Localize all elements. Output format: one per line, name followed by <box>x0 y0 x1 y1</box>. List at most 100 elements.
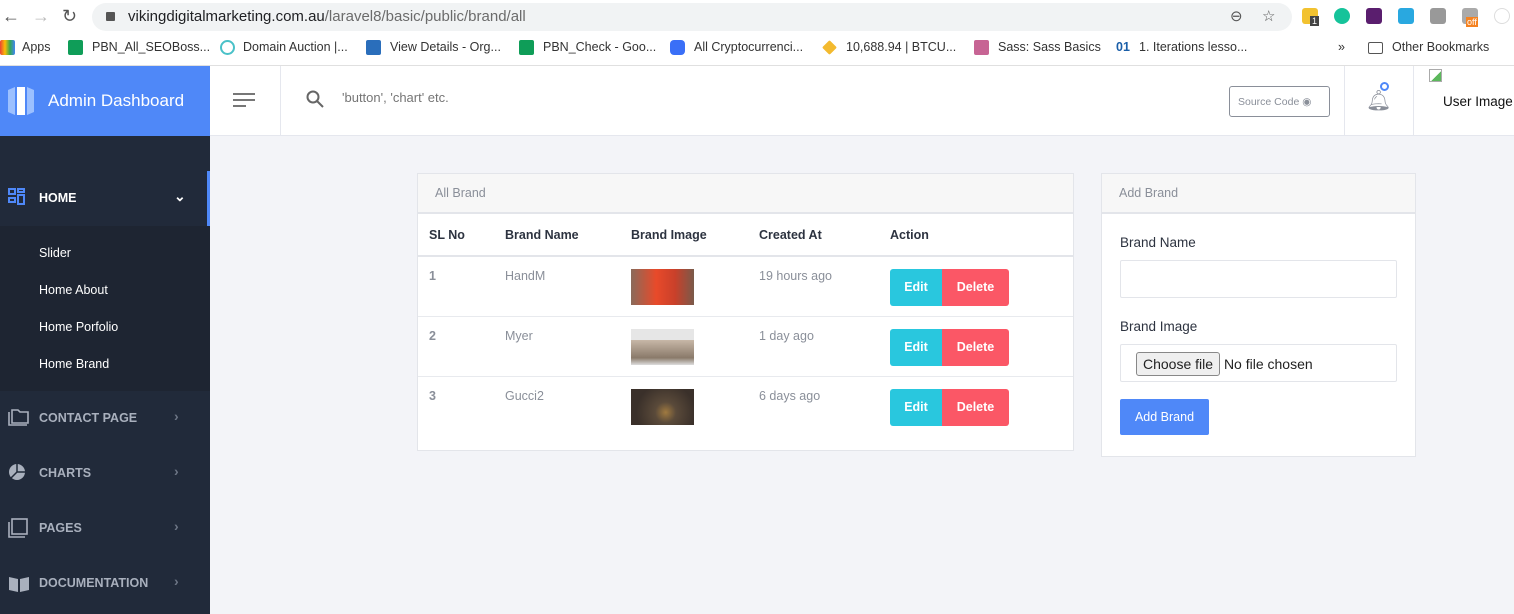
sidebar-item-label: HOME <box>39 191 77 205</box>
back-icon[interactable]: ← <box>2 6 20 27</box>
sl-no: 3 <box>429 388 436 403</box>
chevron-right-icon: › <box>174 518 179 534</box>
brand-image-label: Brand Image <box>1120 319 1198 334</box>
bookmark-icon <box>220 40 235 55</box>
bookmark-icon: 01 <box>1116 40 1130 54</box>
brand-table: SL No Brand Name Brand Image Created At … <box>418 214 1073 450</box>
active-indicator <box>207 171 210 226</box>
delete-button[interactable]: Delete <box>942 388 1009 426</box>
chevron-right-icon: › <box>174 573 179 589</box>
sidebar-item-charts[interactable]: CHARTS › <box>0 446 210 501</box>
sidebar-item-label: DOCUMENTATION <box>39 576 149 590</box>
extension-icon[interactable]: 1 <box>1302 8 1320 26</box>
bookmark[interactable]: View Details - Org... <box>390 40 501 54</box>
bell-icon[interactable]: 🔔︎ <box>1366 82 1391 113</box>
brand-name-input[interactable] <box>1120 260 1397 298</box>
logo-icon <box>8 87 34 115</box>
brand-image-file-input[interactable]: Choose file No file chosen <box>1120 344 1397 382</box>
sl-no: 2 <box>418 316 494 377</box>
table-row: 1 HandM 19 hours ago Edit Delete <box>418 256 1073 317</box>
brand-name: Myer <box>494 316 620 377</box>
edit-button[interactable]: Edit <box>890 388 942 426</box>
delete-button[interactable]: Delete <box>942 269 1009 306</box>
browser-chrome: ← → ↻ vikingdigitalmarketing.com.au/lara… <box>0 0 1514 66</box>
brand-name: HandM <box>494 256 620 317</box>
search-input[interactable] <box>342 90 642 105</box>
source-code-label: Source Code <box>1238 96 1300 108</box>
sidebar-item-label: CONTACT PAGE <box>39 411 138 425</box>
book-icon <box>9 577 29 592</box>
edit-button[interactable]: Edit <box>890 269 942 306</box>
sidebar-item-home[interactable]: HOME ⌄ <box>0 171 210 226</box>
sidebar-item-documentation[interactable]: DOCUMENTATION › <box>0 556 210 611</box>
search-icon <box>306 90 324 108</box>
other-bookmarks[interactable]: Other Bookmarks <box>1392 40 1489 54</box>
more-bookmarks[interactable]: » <box>1338 40 1345 54</box>
bookmarks-bar: Apps PBN_All_SEOBoss... Domain Auction |… <box>0 33 1514 61</box>
sass-icon <box>974 40 989 55</box>
notification-dot <box>1380 82 1389 91</box>
zoom-icon[interactable]: ⊖ <box>1230 3 1243 31</box>
extension-icon[interactable] <box>1398 8 1414 24</box>
camera-icon[interactable] <box>1430 8 1446 24</box>
extension-icon[interactable]: off <box>1462 8 1478 27</box>
source-code-button[interactable]: Source Code ◉ <box>1229 86 1330 117</box>
table-row: 3 Gucci2 6 days ago Edit Delete <box>418 376 1073 450</box>
bookmark-icon <box>366 40 381 55</box>
chevron-down-icon: ⌄ <box>174 188 186 204</box>
star-icon[interactable]: ☆ <box>1262 3 1275 31</box>
pages-icon <box>8 518 28 538</box>
user-avatar[interactable]: User Image <box>1443 94 1513 109</box>
created-at: 6 days ago <box>759 388 821 403</box>
forward-icon[interactable]: → <box>32 6 50 27</box>
submenu-home-portfolio[interactable]: Home Porfolio <box>39 320 118 334</box>
delete-button[interactable]: Delete <box>942 328 1009 366</box>
menu-toggle-icon[interactable] <box>233 93 257 109</box>
brand-logo[interactable]: Admin Dashboard <box>0 66 210 136</box>
home-submenu: Slider Home About Home Porfolio Home Bra… <box>0 226 210 391</box>
url-path: /laravel8/basic/public/brand/all <box>324 8 526 25</box>
apps-icon <box>0 40 15 55</box>
bookmark-icon <box>670 40 685 55</box>
submenu-home-about[interactable]: Home About <box>39 283 108 297</box>
extension-off-badge: off <box>1466 17 1478 27</box>
sidebar: HOME ⌄ Slider Home About Home Porfolio H… <box>0 136 210 614</box>
grammarly-icon[interactable] <box>1334 8 1350 24</box>
chevron-right-icon: › <box>174 463 179 479</box>
address-bar[interactable]: vikingdigitalmarketing.com.au/laravel8/b… <box>92 3 1292 31</box>
brand-name-label: Brand Name <box>1120 235 1196 250</box>
sidebar-item-contact-page[interactable]: CONTACT PAGE › <box>0 391 210 446</box>
json-icon[interactable] <box>1494 8 1510 24</box>
table-row: 2 Myer 1 day ago Edit Delete <box>418 316 1073 377</box>
pie-chart-icon <box>9 464 25 480</box>
bookmark[interactable]: PBN_Check - Goo... <box>543 40 656 54</box>
folder-icon <box>8 409 29 426</box>
submenu-home-brand[interactable]: Home Brand <box>39 357 109 371</box>
sheets-icon <box>519 40 534 55</box>
brand-name: Gucci2 <box>505 388 544 403</box>
column-header: Brand Image <box>620 214 748 257</box>
sidebar-item-label: CHARTS <box>39 466 92 480</box>
extension-icon[interactable] <box>1366 8 1382 24</box>
broken-image-icon <box>1429 69 1442 82</box>
folder-icon <box>1368 42 1383 54</box>
bookmark[interactable]: All Cryptocurrenci... <box>694 40 803 54</box>
lock-icon <box>106 12 115 21</box>
bookmark[interactable]: 10,688.94 | BTCU... <box>846 40 956 54</box>
created-at: 19 hours ago <box>748 256 879 317</box>
choose-file-button[interactable]: Choose file <box>1136 352 1221 376</box>
sidebar-item-pages[interactable]: PAGES › <box>0 501 210 556</box>
sidebar-item-label: PAGES <box>39 521 82 535</box>
edit-button[interactable]: Edit <box>890 328 942 366</box>
bookmark[interactable]: 1. Iterations lesso... <box>1139 40 1247 54</box>
add-brand-button[interactable]: Add Brand <box>1120 399 1209 435</box>
bookmark[interactable]: Domain Auction |... <box>243 40 348 54</box>
bookmark[interactable]: Apps <box>22 40 51 54</box>
github-icon: ◉ <box>1302 96 1312 108</box>
bookmark[interactable]: Sass: Sass Basics <box>998 40 1101 54</box>
reload-icon[interactable]: ↻ <box>62 6 77 27</box>
bookmark[interactable]: PBN_All_SEOBoss... <box>92 40 210 54</box>
url-host: vikingdigitalmarketing.com.au <box>128 8 325 25</box>
submenu-slider[interactable]: Slider <box>39 246 71 260</box>
all-brand-card: All Brand SL No Brand Name Brand Image C… <box>417 173 1074 451</box>
